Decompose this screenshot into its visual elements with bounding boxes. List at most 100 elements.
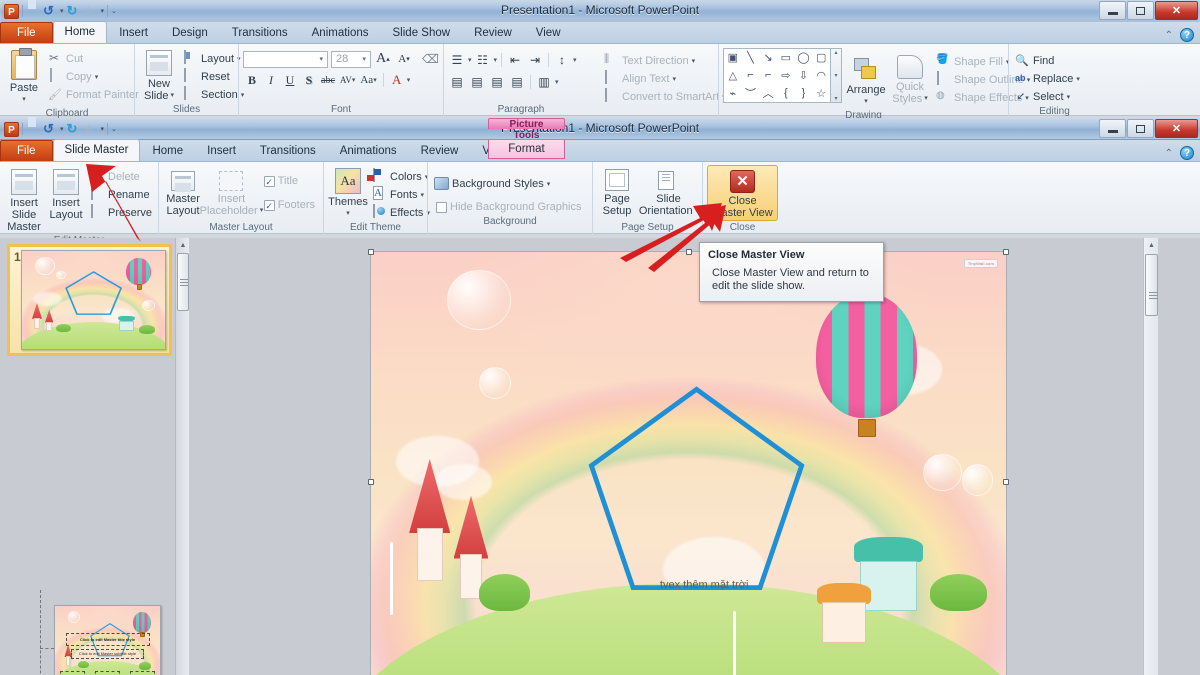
font-color-button[interactable]: A bbox=[388, 71, 406, 89]
save-icon-front[interactable] bbox=[26, 122, 40, 136]
shape-textbox-icon[interactable]: ▣ bbox=[728, 51, 738, 64]
character-spacing-button[interactable]: AV ▾ bbox=[338, 71, 357, 89]
theme-colors-button[interactable]: Colors ▾ bbox=[370, 168, 434, 185]
selection-handle-n[interactable] bbox=[685, 249, 692, 255]
shapes-gallery[interactable]: ▣ ╲ ↘ ▭ ◯ ▢ △ ⌐ ⌐ ⇨ ⇩ ◠ ⌁ ︶ ︿ {} ☆ bbox=[723, 48, 831, 103]
paste-dropdown-icon[interactable]: ▾ bbox=[22, 94, 26, 106]
shapes-gallery-scrollbar[interactable]: ▴ ▾ ▾ bbox=[831, 48, 842, 103]
slide-thumbnail-pane[interactable]: 1 Click to edit Master title style Click… bbox=[0, 238, 175, 675]
redo-icon-front[interactable]: ↻ bbox=[67, 122, 81, 136]
tab-transitions[interactable]: Transitions bbox=[220, 22, 300, 43]
undo-dropdown-icon-front[interactable]: ▾ bbox=[60, 125, 64, 133]
insert-layout-button[interactable]: Insert Layout bbox=[46, 165, 86, 222]
shape-right-arrow-icon[interactable]: ⇨ bbox=[781, 69, 790, 82]
footers-checkbox[interactable]: ✓ bbox=[263, 200, 275, 211]
rename-master-button[interactable]: Rename bbox=[88, 186, 156, 203]
shape-triangle-icon[interactable]: △ bbox=[729, 69, 737, 82]
bold-button[interactable]: B bbox=[243, 71, 261, 89]
tab-home-front[interactable]: Home bbox=[140, 140, 195, 161]
slide-pane-scrollbar[interactable]: ▲ bbox=[1143, 238, 1158, 675]
save-icon[interactable] bbox=[26, 4, 40, 18]
selection-handle-e[interactable] bbox=[1003, 479, 1009, 485]
star-dropdown-icon[interactable]: ▾ bbox=[101, 7, 105, 15]
theme-fonts-button[interactable]: A Fonts ▾ bbox=[370, 186, 434, 203]
tab-design[interactable]: Design bbox=[160, 22, 220, 43]
font-name-input[interactable]: ▾ bbox=[243, 50, 328, 68]
restore-button[interactable] bbox=[1127, 1, 1154, 20]
hide-background-graphics-checkbox[interactable]: ✓ bbox=[436, 202, 447, 213]
gallery-more-icon[interactable]: ▾ bbox=[834, 95, 837, 102]
front-window-buttons[interactable]: ✕ bbox=[1099, 119, 1198, 138]
shape-curve-icon[interactable]: ︶ bbox=[745, 85, 756, 101]
list-item[interactable] bbox=[21, 250, 166, 350]
tab-animations-front[interactable]: Animations bbox=[328, 140, 409, 161]
copy-button[interactable]: Copy ▾ bbox=[46, 68, 143, 85]
font-color-dropdown-icon[interactable]: ▾ bbox=[407, 76, 411, 84]
change-case-button[interactable]: Aa ▾ bbox=[358, 71, 378, 89]
tab-insert-front[interactable]: Insert bbox=[195, 140, 248, 161]
customize-qat-icon-front[interactable]: ⌄ bbox=[111, 125, 117, 133]
undo-icon[interactable]: ↺ bbox=[43, 4, 57, 18]
page-setup-button[interactable]: Page Setup bbox=[597, 165, 637, 218]
slide-scroll-up-icon[interactable]: ▲ bbox=[1144, 238, 1159, 253]
quick-styles-button[interactable]: Quick Styles ▾ bbox=[890, 48, 930, 106]
front-ribbon-tabs[interactable]: File Slide Master Home Insert Transition… bbox=[0, 139, 1200, 162]
shape-roundrect-icon[interactable]: ▢ bbox=[816, 51, 826, 64]
replace-button[interactable]: ab Replace ▾ bbox=[1013, 70, 1096, 87]
paste-button[interactable]: Paste ▾ bbox=[4, 47, 44, 107]
shape-star-icon[interactable]: ☆ bbox=[816, 87, 826, 100]
font-size-dropdown-icon[interactable]: ▾ bbox=[360, 55, 368, 63]
tab-file[interactable]: File bbox=[0, 22, 53, 43]
align-right-icon[interactable]: ▤ bbox=[488, 73, 506, 91]
slide-orientation-button[interactable]: Slide Orientation ▾ bbox=[639, 165, 698, 218]
font-name-dropdown-icon[interactable]: ▾ bbox=[317, 55, 325, 63]
undo-icon-front[interactable]: ↺ bbox=[43, 122, 57, 136]
background-styles-button[interactable]: Background Styles ▾ bbox=[432, 175, 588, 192]
tab-review[interactable]: Review bbox=[462, 22, 524, 43]
tab-review-front[interactable]: Review bbox=[409, 140, 471, 161]
align-center-icon[interactable]: ▤ bbox=[468, 73, 486, 91]
selection-handle-w[interactable] bbox=[368, 479, 374, 485]
help-icon-front[interactable]: ? bbox=[1180, 146, 1194, 160]
redo-icon[interactable]: ↻ bbox=[67, 4, 81, 18]
footers-checkbox-row[interactable]: ✓ Footers bbox=[260, 196, 319, 213]
star-icon-front[interactable]: ☆ bbox=[84, 122, 98, 136]
shape-elbow-icon[interactable]: ⌐ bbox=[747, 69, 753, 81]
shape-arc-icon[interactable]: ︿ bbox=[763, 85, 774, 101]
insert-slide-master-button[interactable]: Insert Slide Master bbox=[4, 165, 44, 234]
line-spacing-icon[interactable]: ↕ bbox=[553, 51, 571, 69]
convert-to-smartart-button[interactable]: Convert to SmartArt ▾ bbox=[602, 88, 726, 105]
delete-master-button[interactable]: Delete bbox=[88, 168, 156, 185]
decrease-indent-icon[interactable]: ⇤ bbox=[506, 51, 524, 69]
back-ribbon-tabs[interactable]: File Home Insert Design Transitions Anim… bbox=[0, 21, 1200, 44]
preserve-master-button[interactable]: Preserve bbox=[88, 204, 156, 221]
text-direction-button[interactable]: ⫼ Text Direction ▾ bbox=[602, 52, 714, 69]
tab-file-front[interactable]: File bbox=[0, 140, 53, 161]
minimize-button[interactable] bbox=[1099, 1, 1126, 20]
bullets-icon[interactable]: ☰ bbox=[448, 51, 466, 69]
selection-handle-nw[interactable] bbox=[368, 249, 374, 255]
shrink-font-button[interactable]: A ▾ bbox=[395, 50, 413, 68]
shape-cloud-icon[interactable]: ◠ bbox=[816, 69, 826, 82]
copy-dropdown-icon[interactable]: ▾ bbox=[95, 73, 99, 81]
italic-button[interactable]: I bbox=[262, 71, 280, 89]
tab-format-picture-tools[interactable]: Format bbox=[488, 140, 565, 159]
slide-body-text[interactable]: tvex thêm mặt trời bbox=[660, 579, 749, 591]
themes-button[interactable]: Aa Themes ▾ bbox=[328, 165, 368, 221]
tab-view[interactable]: View bbox=[524, 22, 573, 43]
tab-slide-master[interactable]: Slide Master bbox=[52, 139, 141, 161]
format-painter-button[interactable]: Format Painter bbox=[46, 86, 143, 103]
selection-handle-ne[interactable] bbox=[1003, 249, 1009, 255]
underline-button[interactable]: U bbox=[281, 71, 299, 89]
arrange-button[interactable]: Arrange ▾ bbox=[846, 48, 886, 109]
collapse-ribbon-icon[interactable]: ⌃ bbox=[1165, 30, 1173, 41]
star-dropdown-icon-front[interactable]: ▾ bbox=[101, 125, 105, 133]
back-window-buttons[interactable]: ✕ bbox=[1099, 1, 1198, 20]
customize-qat-icon[interactable]: ⌄ bbox=[111, 7, 117, 15]
tab-transitions-front[interactable]: Transitions bbox=[248, 140, 328, 161]
align-left-icon[interactable]: ▤ bbox=[448, 73, 466, 91]
restore-button-front[interactable] bbox=[1127, 119, 1154, 138]
find-button[interactable]: Find bbox=[1013, 52, 1096, 69]
back-help-icons[interactable]: ⌃ ? bbox=[1165, 28, 1194, 42]
shape-rightbrace-icon[interactable]: } bbox=[802, 87, 806, 99]
